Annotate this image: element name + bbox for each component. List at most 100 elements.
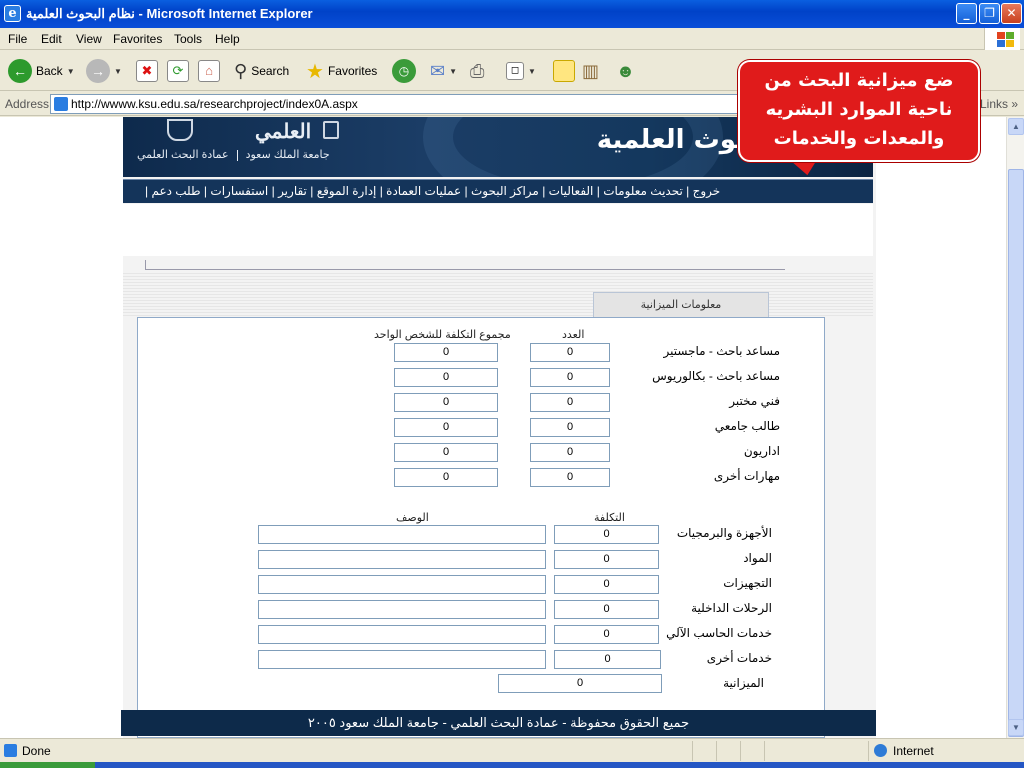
expense-cost-equipment[interactable]: 0: [554, 575, 659, 594]
staff-total-other-skills[interactable]: 0: [394, 468, 498, 487]
favorites-label: Favorites: [327, 64, 378, 78]
messenger-icon: ☻: [616, 60, 635, 81]
status-text: Done: [22, 744, 51, 758]
nav-support-request[interactable]: طلب دعم: [151, 184, 200, 198]
staff-label-lab-tech: فني مختبر: [729, 394, 780, 408]
discuss-button[interactable]: [553, 57, 575, 85]
scroll-down-icon[interactable]: ▼: [1008, 719, 1024, 736]
nav-update-info[interactable]: تحديث معلومات: [603, 184, 683, 198]
page-footer: جميع الحقوق محفوظة - عمادة البحث العلمي …: [121, 710, 876, 736]
restore-button[interactable]: ❐: [979, 3, 1000, 24]
staff-total-masters[interactable]: 0: [394, 343, 498, 362]
security-zone-label: Internet: [893, 744, 934, 758]
stop-button[interactable]: ✖: [136, 57, 158, 85]
callout-line-3: والمعدات والخدمات: [773, 128, 945, 149]
taskbar-strip: [0, 762, 1024, 768]
scrollbar-thumb[interactable]: [1008, 169, 1024, 737]
internet-zone-icon: [874, 744, 887, 757]
expense-label-domestic-trips: الرحلات الداخلية: [691, 601, 772, 615]
ie-logo-icon: e: [4, 5, 21, 22]
staff-label-bachelors: مساعد باحث - بكالوريوس: [652, 369, 780, 383]
tab-budget-info[interactable]: معلومات الميزانية: [593, 292, 769, 317]
nav-research-centers[interactable]: مراكز البحوث: [471, 184, 539, 198]
menu-view[interactable]: View: [76, 32, 102, 46]
staff-count-student[interactable]: 0: [530, 418, 610, 437]
staff-total-admin[interactable]: 0: [394, 443, 498, 462]
nav-reports[interactable]: تقارير: [278, 184, 307, 198]
expense-desc-hardware[interactable]: [258, 525, 546, 544]
edit-icon: ◻: [506, 62, 524, 80]
back-dropdown-icon[interactable]: ▼: [67, 67, 75, 76]
minimize-button[interactable]: _: [956, 3, 977, 24]
favorites-star-icon: ★: [306, 60, 324, 83]
staff-count-admin[interactable]: 0: [530, 443, 610, 462]
research-button[interactable]: ▥: [582, 57, 599, 85]
expense-cost-computer-services[interactable]: 0: [554, 625, 659, 644]
messenger-button[interactable]: ☻: [616, 57, 635, 85]
expense-cost-domestic-trips[interactable]: 0: [554, 600, 659, 619]
print-button[interactable]: ⎙: [470, 57, 484, 85]
vertical-scrollbar[interactable]: ▲ ▼: [1006, 117, 1024, 738]
nav-site-admin[interactable]: إدارة الموقع: [317, 184, 377, 198]
address-url[interactable]: http://wwww.ksu.edu.sa/researchproject/i…: [71, 97, 358, 111]
expense-cost-other-services[interactable]: 0: [554, 650, 661, 669]
staff-count-bachelors[interactable]: 0: [530, 368, 610, 387]
expense-label-computer-services: خدمات الحاسب الآلي: [666, 626, 772, 640]
refresh-button[interactable]: ⟳: [167, 57, 189, 85]
menu-file[interactable]: File: [8, 32, 27, 46]
search-label: Search: [251, 64, 290, 78]
ksu-emblem-icon: [167, 119, 193, 141]
browser-window: e نظام البحوث العلمية - Microsoft Intern…: [0, 0, 1024, 768]
scroll-up-icon[interactable]: ▲: [1008, 118, 1024, 135]
staff-count-masters[interactable]: 0: [530, 343, 610, 362]
staff-total-bachelors[interactable]: 0: [394, 368, 498, 387]
nav-events[interactable]: الفعاليات: [549, 184, 594, 198]
col-cost-header: التكلفة: [594, 512, 625, 524]
expense-desc-domestic-trips[interactable]: [258, 600, 546, 619]
staff-label-admin: اداريون: [743, 444, 780, 458]
page-icon: [54, 97, 68, 111]
expense-desc-computer-services[interactable]: [258, 625, 546, 644]
research-icon: ▥: [582, 60, 600, 81]
windows-flag-icon: [984, 28, 1020, 50]
menu-tools[interactable]: Tools: [174, 32, 202, 46]
favorites-button[interactable]: ★ Favorites: [306, 57, 377, 85]
search-icon: ⚲: [234, 60, 248, 81]
menu-favorites[interactable]: Favorites: [113, 32, 162, 46]
page-done-icon: [4, 744, 17, 757]
menu-edit[interactable]: Edit: [41, 32, 62, 46]
window-title: نظام البحوث العلمية - Microsoft Internet…: [26, 6, 313, 21]
expense-desc-other-services[interactable]: [258, 650, 546, 669]
staff-total-lab-tech[interactable]: 0: [394, 393, 498, 412]
nav-inquiries[interactable]: استفسارات: [210, 184, 268, 198]
mail-dropdown-icon[interactable]: ▼: [449, 67, 457, 76]
staff-count-other-skills[interactable]: 0: [530, 468, 610, 487]
forward-button[interactable]: → ▼: [86, 57, 122, 85]
search-button[interactable]: ⚲ Search: [234, 57, 289, 85]
edit-dropdown-icon[interactable]: ▼: [528, 67, 536, 76]
col-total-header: مجموع التكلفة للشخص الواحد: [374, 329, 511, 341]
staff-count-lab-tech[interactable]: 0: [530, 393, 610, 412]
budget-label: الميزانية: [723, 676, 764, 690]
back-button[interactable]: ← Back ▼: [8, 57, 75, 85]
staff-total-student[interactable]: 0: [394, 418, 498, 437]
page-content: العلمي جامعة الملك سعود عمادة البحث العلم…: [123, 117, 876, 738]
expense-desc-materials[interactable]: [258, 550, 546, 569]
expense-desc-equipment[interactable]: [258, 575, 546, 594]
forward-dropdown-icon[interactable]: ▼: [114, 67, 122, 76]
menu-help[interactable]: Help: [215, 32, 240, 46]
budget-total-field[interactable]: 0: [498, 674, 662, 693]
close-button[interactable]: ✕: [1001, 3, 1022, 24]
nav-deanship-operations[interactable]: عمليات العمادة: [386, 184, 461, 198]
links-label: Links: [980, 97, 1009, 111]
nav-logout[interactable]: خروج: [693, 184, 721, 198]
edit-button[interactable]: ◻ ▼: [506, 57, 536, 85]
forward-arrow-icon: →: [86, 59, 110, 83]
mail-button[interactable]: ✉ ▼: [430, 57, 457, 85]
expense-cost-materials[interactable]: 0: [554, 550, 659, 569]
expense-cost-hardware[interactable]: 0: [554, 525, 659, 544]
links-button[interactable]: Links »: [980, 97, 1018, 111]
history-button[interactable]: ◷: [392, 57, 416, 85]
home-button[interactable]: ⌂: [198, 57, 220, 85]
nav-bar: | خروج | تحديث معلومات | الفعاليات | مرا…: [123, 179, 873, 203]
